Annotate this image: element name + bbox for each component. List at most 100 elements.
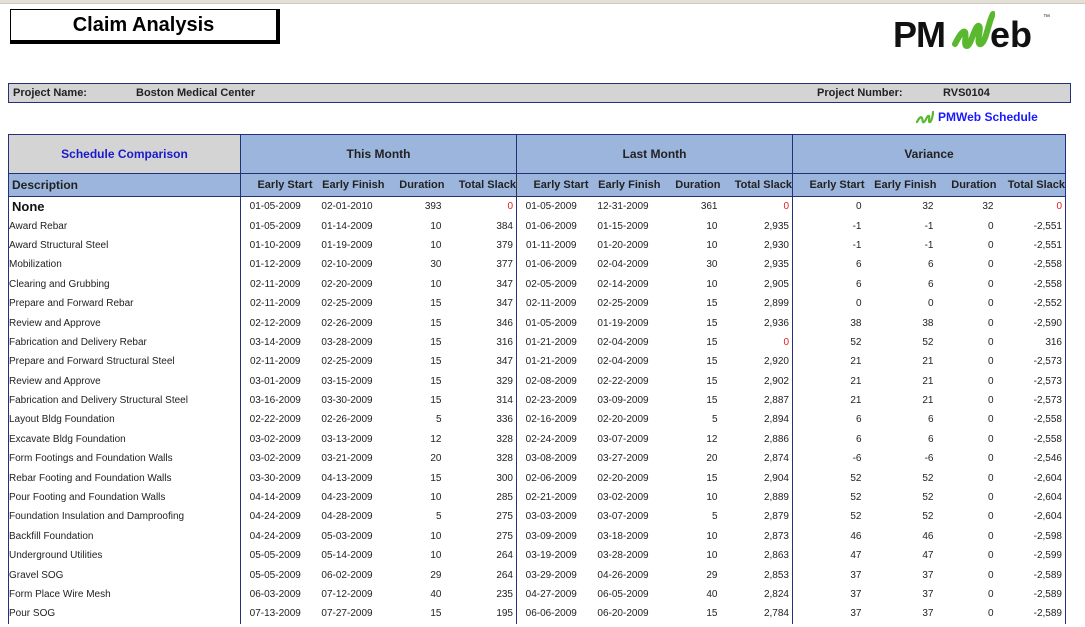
last-month-duration: 15	[706, 472, 718, 484]
last-month-duration: 29	[706, 569, 718, 581]
this-month-early-finish: 01-14-2009	[321, 220, 373, 232]
table-row: Backfill Foundation 04-24-2009 05-03-2009 1…	[8, 526, 1066, 547]
last-month-early-start: 01-06-2009	[516, 216, 589, 236]
variance-early-finish: 46	[922, 530, 934, 542]
table-row: Layout Bldg Foundation 02-22-2009 02-26-20…	[8, 410, 1066, 430]
this-month-early-start: 01-05-2009	[240, 216, 313, 236]
last-month-early-start: 03-09-2009	[516, 526, 589, 547]
table-row: Pour Footing and Foundation Walls 04-14-2…	[8, 487, 1066, 508]
variance-early-start: 0	[792, 293, 865, 314]
variance-duration: 0	[987, 278, 994, 290]
this-month-duration: 15	[430, 375, 442, 387]
project-number-label: Project Number:	[817, 87, 903, 99]
last-month-early-finish: 03-09-2009	[597, 395, 649, 407]
last-month-early-finish: 12-31-2009	[597, 201, 649, 213]
last-month-early-start: 02-16-2009	[516, 410, 589, 430]
this-month-early-start: 03-01-2009	[240, 371, 313, 391]
this-month-duration: 10	[430, 220, 442, 232]
row-description: Clearing and Grubbing	[8, 274, 241, 294]
report-title: Claim Analysis	[10, 9, 280, 44]
this-month-total-slack: 329	[444, 371, 517, 391]
last-month-duration: 20	[706, 453, 718, 465]
last-month-total-slack: 2,824	[720, 584, 793, 605]
variance-early-start: 6	[792, 429, 865, 450]
table-row: Gravel SOG 05-05-2009 06-02-2009 29 264 03-29…	[8, 565, 1066, 585]
this-month-duration: 10	[430, 492, 442, 504]
last-month-early-start: 01-05-2009	[516, 196, 589, 217]
last-month-early-start: 02-06-2009	[516, 468, 589, 488]
row-description: None	[8, 196, 241, 217]
this-month-early-finish: 03-21-2009	[321, 453, 373, 465]
table-row: Excavate Bldg Foundation 03-02-2009 03-13-…	[8, 429, 1066, 450]
last-month-duration: 15	[706, 395, 718, 407]
this-month-early-start: 04-24-2009	[240, 526, 313, 547]
col-tm-early-finish: Early Finish	[312, 173, 385, 197]
last-month-early-start: 03-03-2009	[516, 507, 589, 527]
group-row: None 01-05-2009 02-01-2010 393 0 01-05-2009 12…	[8, 196, 1066, 217]
last-month-total-slack: 0	[720, 332, 793, 353]
last-month-total-slack: 2,853	[720, 565, 793, 585]
last-month-early-finish: 03-27-2009	[597, 453, 649, 465]
last-month-early-start: 04-27-2009	[516, 584, 589, 605]
table-row: Rebar Footing and Foundation Walls 03-30-…	[8, 468, 1066, 488]
last-month-early-finish: 03-28-2009	[597, 550, 649, 562]
last-month-duration: 15	[706, 317, 718, 329]
last-month-duration: 5	[711, 511, 718, 523]
this-month-early-start: 01-10-2009	[240, 235, 313, 256]
variance-duration: 0	[987, 239, 994, 251]
col-tm-total-slack: Total Slack	[444, 173, 517, 197]
col-tm-duration: Duration	[384, 173, 445, 197]
last-month-total-slack: 2,894	[720, 410, 793, 430]
this-month-early-start: 02-11-2009	[240, 274, 313, 294]
last-month-duration: 10	[706, 220, 718, 232]
last-month-duration: 10	[706, 492, 718, 504]
table-row: Clearing and Grubbing 02-11-2009 02-20-200…	[8, 274, 1066, 294]
variance-early-start: 6	[792, 410, 865, 430]
this-month-total-slack: 347	[444, 293, 517, 314]
variance-early-finish: 37	[922, 569, 934, 581]
col-var-early-start: Early Start	[792, 173, 865, 197]
pmweb-w-icon[interactable]	[916, 111, 934, 125]
this-month-total-slack: 300	[444, 468, 517, 488]
last-month-duration: 10	[706, 550, 718, 562]
row-description: Rebar Footing and Foundation Walls	[8, 468, 241, 488]
this-month-total-slack: 336	[444, 410, 517, 430]
this-month-total-slack: 379	[444, 235, 517, 256]
last-month-total-slack: 0	[720, 196, 793, 217]
variance-early-start: 52	[792, 332, 865, 353]
row-description: Fabrication and Delivery Structural Stee…	[8, 390, 241, 411]
last-month-total-slack: 2,873	[720, 526, 793, 547]
last-month-early-finish: 04-26-2009	[597, 569, 649, 581]
variance-duration: 0	[987, 375, 994, 387]
this-month-total-slack: 314	[444, 390, 517, 411]
last-month-early-start: 01-06-2009	[516, 255, 589, 275]
this-month-total-slack: 235	[444, 584, 517, 605]
pmweb-logo: PM eb ™	[893, 10, 1053, 55]
variance-early-finish: 6	[927, 259, 934, 271]
variance-early-finish: 0	[927, 298, 934, 310]
this-month-early-finish: 07-27-2009	[321, 608, 373, 620]
this-month-duration: 393	[424, 201, 442, 213]
variance-total-slack: -2,604	[996, 468, 1066, 488]
col-lm-duration: Duration	[660, 173, 721, 197]
variance-duration: 0	[987, 317, 994, 329]
this-month-total-slack: 264	[444, 565, 517, 585]
this-month-early-finish: 02-25-2009	[321, 298, 373, 310]
last-month-total-slack: 2,784	[720, 604, 793, 624]
row-description: Review and Approve	[8, 371, 241, 391]
variance-total-slack: -2,558	[996, 410, 1066, 430]
last-month-total-slack: 2,935	[720, 216, 793, 236]
pmweb-schedule-link[interactable]: PMWeb Schedule	[938, 110, 1038, 124]
variance-total-slack: -2,604	[996, 507, 1066, 527]
last-month-early-start: 02-21-2009	[516, 487, 589, 508]
this-month-early-start: 04-14-2009	[240, 487, 313, 508]
this-month-total-slack: 377	[444, 255, 517, 275]
this-month-total-slack: 264	[444, 546, 517, 566]
col-tm-early-start: Early Start	[240, 173, 313, 197]
last-month-early-start: 01-11-2009	[516, 235, 589, 256]
variance-early-finish: 52	[922, 472, 934, 484]
variance-early-start: 38	[792, 313, 865, 333]
row-description: Award Rebar	[8, 216, 241, 236]
last-month-early-start: 03-19-2009	[516, 546, 589, 566]
row-description: Backfill Foundation	[8, 526, 241, 547]
